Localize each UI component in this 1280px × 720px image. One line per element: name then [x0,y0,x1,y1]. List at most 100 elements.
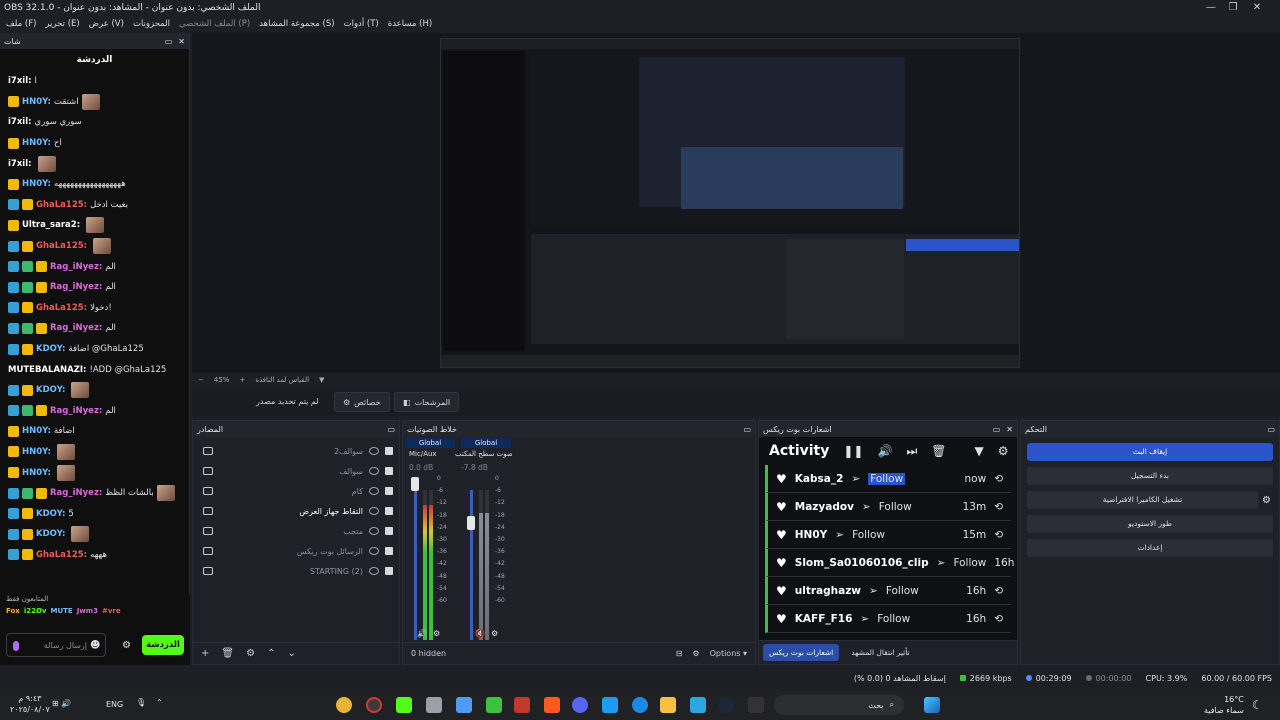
viewer-name[interactable]: Jwm3 [77,607,98,615]
menu-edit[interactable]: تحرير (E) [45,19,79,29]
float-icon[interactable]: ▭ [1267,425,1275,434]
options-button[interactable]: Options ▾ [710,649,747,658]
desktop-fader-knob[interactable] [467,516,475,530]
lock-icon[interactable] [385,447,393,455]
virtual-camera-settings-icon[interactable]: ⚙ [1262,495,1271,506]
kick-icon[interactable] [396,697,412,713]
menu-docks[interactable]: المحزونات [133,19,170,29]
replay-icon[interactable]: ⟲ [994,585,1003,597]
source-item[interactable]: الرسائل بوت ريكس [193,541,399,561]
float-icon[interactable]: ▭ [387,425,395,434]
chat-username[interactable]: HN0Y: [22,97,51,107]
chat-username[interactable]: Rag_iNyez: [50,282,102,292]
activity-row[interactable]: ♥ HN0Y ➢ Follow 15m ⟲ [765,521,1011,549]
replay-icon[interactable]: ⟲ [994,501,1003,513]
visibility-icon[interactable] [369,467,379,475]
chat-username[interactable]: i7xil: [8,76,32,86]
chat-username[interactable]: i7xil: [8,159,32,169]
source-item[interactable]: سوالف [193,461,399,481]
clock[interactable]: ٩:٤٣ م ٢٠٢٥/٠٨/٠٧ [10,693,50,715]
menu-file[interactable]: ملف (F) [6,19,36,29]
virtual-camera-button[interactable]: تشغيل الكاميرا الافتراضية [1027,491,1259,509]
mic-icon[interactable] [13,641,19,651]
zoom-value[interactable]: 45% [214,376,230,384]
zoom-mode-label[interactable]: القياس لمد النافذة [255,376,309,384]
visibility-icon[interactable] [369,547,379,555]
skip-icon[interactable]: ⏭ [906,444,917,459]
desktop-fader[interactable] [470,490,473,640]
activity-row[interactable]: ♥ KAFF_F16 ➢ Follow 16h ⟲ [765,605,1011,633]
chat-username[interactable]: Rag_iNyez: [50,406,102,416]
volume-icon[interactable]: 🔊 [877,444,892,458]
chat-settings-icon[interactable]: ⚙ [122,640,131,651]
chat-username[interactable]: Rag_iNyez: [50,323,102,333]
preview-canvas[interactable] [440,38,1020,368]
visibility-icon[interactable] [369,507,379,515]
menu-tools[interactable]: أدوات (T) [344,19,379,29]
replay-icon[interactable]: ⟲ [994,529,1003,541]
float-icon[interactable]: ▭ [743,425,751,434]
visibility-icon[interactable] [369,527,379,535]
chat-send-button[interactable]: الدردشة [142,635,184,655]
search-box[interactable]: بحث ⌕ [774,695,904,715]
chat-username[interactable]: MUTEBALANAZI: [8,365,86,375]
move-up-icon[interactable]: ⌃ [267,648,275,659]
lock-icon[interactable] [385,567,393,575]
desktop-settings-icon[interactable]: ⚙ [491,629,498,638]
sources-list[interactable]: سوالف2 سوالف كام التقاط جهاز العرض متجب الرسا… [193,437,399,581]
app-icon[interactable] [748,697,764,713]
source-item[interactable]: سوالف2 [193,441,399,461]
mic-channel-name[interactable]: Mic/Aux [409,450,437,458]
windows-start-icon[interactable] [924,697,940,713]
mic-fader[interactable] [414,490,417,640]
language-indicator[interactable]: ENG [106,700,123,709]
app-icon[interactable] [486,697,502,713]
desktop-channel-name[interactable]: صوت سطح المكتب [455,450,517,458]
app-icon[interactable] [690,697,706,713]
gear-icon[interactable]: ⚙ [998,444,1009,458]
lock-icon[interactable] [385,487,393,495]
hidden-count[interactable]: 0 hidden [411,649,446,658]
tab-scene-transition[interactable]: تأثير انتقال المشهد [845,644,915,661]
source-item[interactable]: كام [193,481,399,501]
close-dock-icon[interactable]: ✕ [1006,425,1013,434]
lock-icon[interactable] [385,547,393,555]
source-item[interactable]: STARTING (2) [193,561,399,581]
chat-username[interactable]: GhaLa125: [36,303,87,313]
add-icon[interactable]: + [201,648,209,659]
viewer-name[interactable]: #vre [102,607,121,615]
settings-button[interactable]: إعدادات [1027,539,1273,557]
move-down-icon[interactable]: ⌄ [287,648,295,659]
properties-button[interactable]: ⚙ خصائص [334,392,390,412]
desktop-mute-icon[interactable]: 🔇 [475,629,485,638]
close-dock-icon[interactable]: ✕ [178,37,185,46]
chat-username[interactable]: KDOY: [36,509,65,519]
activity-list[interactable]: ♥ Kabsa_2 ➢ Follow now ⟲ ♥ Mazyadov ➢ Follow 13m ⟲ ♥… [759,465,1031,633]
weather[interactable]: 16°C سماء صافية [1204,694,1244,716]
source-item[interactable]: التقاط جهاز العرض [193,501,399,521]
chat-username[interactable]: GhaLa125: [36,550,87,560]
activity-row[interactable]: ♥Slom_Sa01060106_clip➢Follow16h⟲ [765,549,1031,577]
steam-icon[interactable] [718,697,734,713]
mic-tray-icon[interactable]: 🎙 [136,698,146,707]
replay-icon[interactable]: ⟲ [994,613,1003,625]
mixer-settings-icon[interactable]: ⚙ [692,649,699,658]
stop-stream-button[interactable]: إيقاف البث [1027,443,1273,461]
menu-help[interactable]: مساعدة (H) [388,19,432,29]
trash-icon[interactable]: 🗑 [221,648,234,659]
lock-icon[interactable] [385,507,393,515]
tray-icons[interactable]: ⊞ 🔊 [52,699,71,708]
zoom-in-icon[interactable]: + [239,376,245,384]
activity-row[interactable]: ♥ Kabsa_2 ➢ Follow now ⟲ [765,465,1011,493]
chat-username[interactable]: HN0Y: [22,468,51,478]
chat-username[interactable]: HN0Y: [22,179,51,189]
app-icon[interactable] [426,697,442,713]
gear-icon[interactable]: ⚙ [246,648,255,659]
filter-icon[interactable]: ▼ [974,444,983,458]
zoom-out-icon[interactable]: − [198,376,204,384]
mic-settings-icon[interactable]: ⚙ [433,629,440,638]
menu-scene-collection[interactable]: مجموعة المشاهد (S) [259,19,334,29]
tab-bot-notifications[interactable]: اشعارات بوت ريكس [763,644,840,661]
obs-icon[interactable] [366,697,382,713]
folder-icon[interactable] [660,697,676,713]
